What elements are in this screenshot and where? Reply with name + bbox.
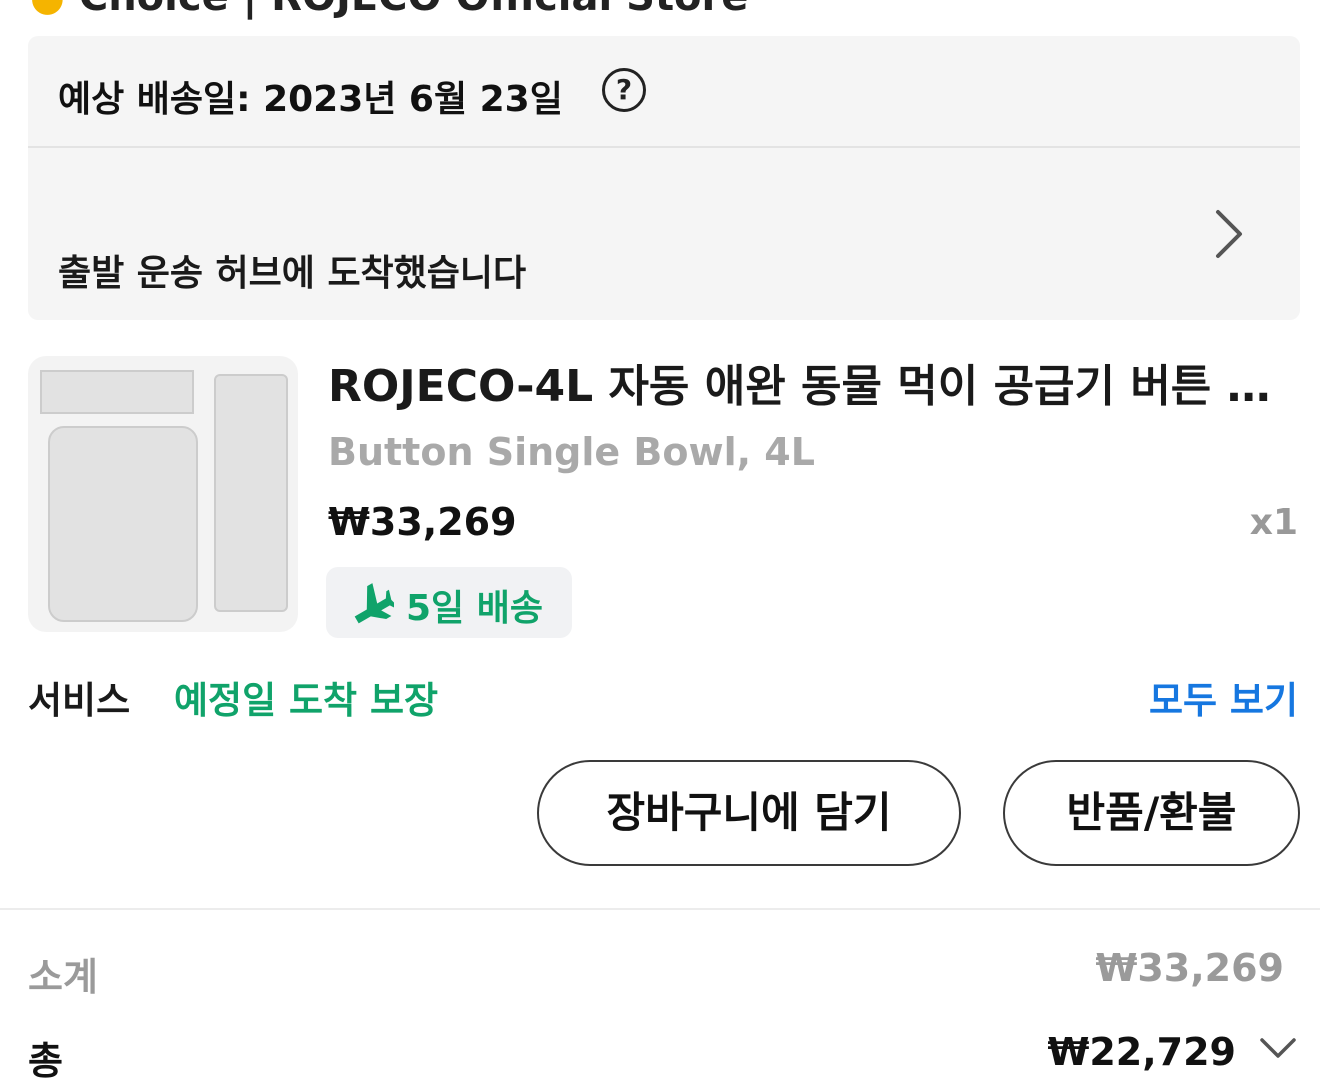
estimated-delivery-row: 예상 배송일: 2023년 6월 23일 ? [28,36,1300,148]
choice-badge-icon: ● [30,0,65,20]
chevron-down-icon[interactable] [1256,1034,1300,1064]
subtotal-value: ₩33,269 [1095,946,1284,990]
product-image-accessories-placeholder [214,374,288,612]
delivery-badge-label: 5일 배송 [406,588,543,629]
product-variant: Button Single Bowl, 4L [328,430,815,474]
store-name-label: Choice | ROJECO Official Store [79,0,749,20]
total-label: 총 [28,1039,63,1083]
airplane-icon [354,583,394,624]
return-refund-button[interactable]: 반품/환불 [1003,760,1300,866]
product-image[interactable] [28,356,298,632]
shipping-info-box: 예상 배송일: 2023년 6월 23일 ? 출발 운송 허브에 도착했습니다 [28,36,1300,320]
total-value[interactable]: ₩22,729 [1047,1030,1236,1074]
tracking-status: 출발 운송 허브에 도착했습니다 [58,253,527,294]
estimated-delivery-date: 예상 배송일: 2023년 6월 23일 [58,79,563,120]
service-label: 서비스 [28,679,131,722]
store-name[interactable]: ● Choice | ROJECO Official Store [30,0,748,20]
subtotal-label: 소계 [28,955,98,999]
product-price: ₩33,269 [328,500,517,544]
divider [0,908,1320,910]
chevron-right-icon[interactable] [1200,206,1256,262]
product-image-label-placeholder [40,370,194,414]
product-title[interactable]: ROJECO-4L 자동 애완 동물 먹이 공급기 버튼 자동 애완 동물 먹이… [328,350,1278,414]
product-image-photo-placeholder [48,426,198,622]
service-value: 예정일 도착 보장 [174,679,439,722]
product-quantity: x1 [1249,502,1298,543]
add-to-cart-button[interactable]: 장바구니에 담기 [537,760,961,866]
see-all-link[interactable]: 모두 보기 [1149,670,1298,724]
delivery-badge: 5일 배송 [326,567,572,638]
question-circle-icon[interactable]: ? [602,68,646,112]
